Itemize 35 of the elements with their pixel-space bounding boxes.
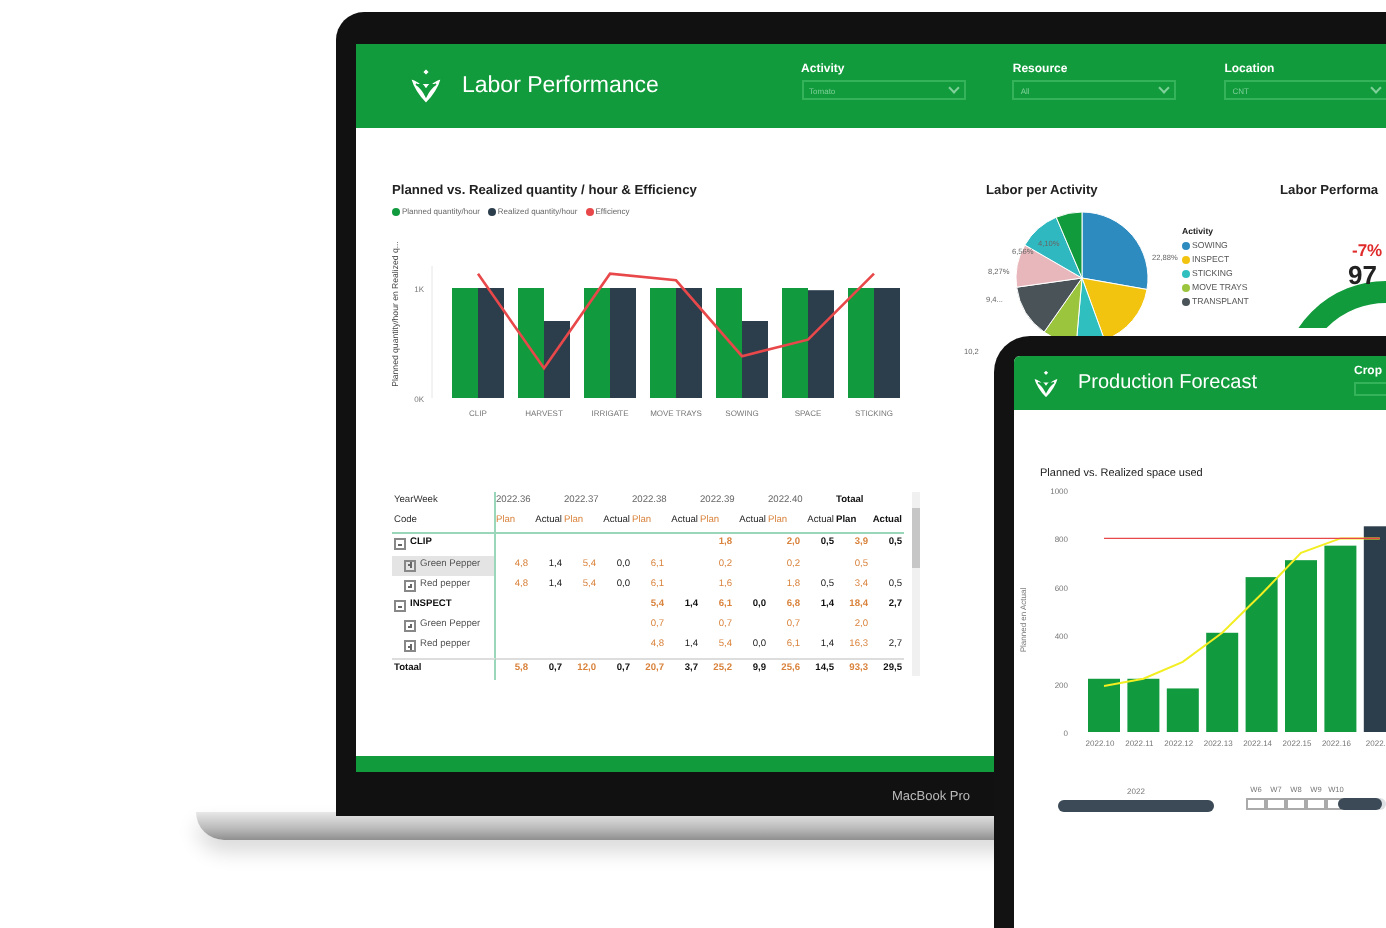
bar	[478, 288, 504, 398]
bar	[1166, 688, 1199, 732]
bar	[452, 288, 478, 398]
gauge-value: 97	[1348, 260, 1377, 290]
collapse-icon[interactable]	[394, 600, 406, 613]
dashboard-title: Labor Performance	[462, 74, 659, 98]
bar	[716, 288, 742, 398]
expand-icon[interactable]	[404, 620, 416, 633]
leaf-logo-icon	[406, 66, 446, 106]
bar	[610, 288, 636, 398]
bar	[650, 288, 676, 398]
expand-icon[interactable]	[404, 559, 416, 572]
gauge-delta: -7%	[1352, 240, 1383, 260]
bar	[584, 288, 610, 398]
caret-icon	[1159, 82, 1171, 94]
bar	[1127, 678, 1160, 732]
bar	[782, 288, 808, 398]
bar	[544, 321, 570, 398]
scrollbar[interactable]	[912, 492, 920, 676]
bar	[742, 321, 768, 398]
bar	[874, 288, 900, 398]
caret-icon	[947, 82, 959, 94]
collapse-icon[interactable]	[394, 538, 406, 551]
bar	[676, 288, 702, 398]
bar	[808, 290, 834, 398]
expand-icon[interactable]	[404, 579, 416, 592]
bar	[518, 288, 544, 398]
expand-icon[interactable]	[404, 640, 416, 653]
caret-icon	[1370, 82, 1383, 94]
slider-fill[interactable]	[1058, 800, 1214, 812]
bar	[1088, 678, 1120, 732]
bar	[1206, 632, 1239, 732]
bar	[848, 288, 874, 398]
leaf-logo-icon	[1030, 367, 1062, 399]
dashboard-title: Production Forecast	[1078, 372, 1259, 394]
